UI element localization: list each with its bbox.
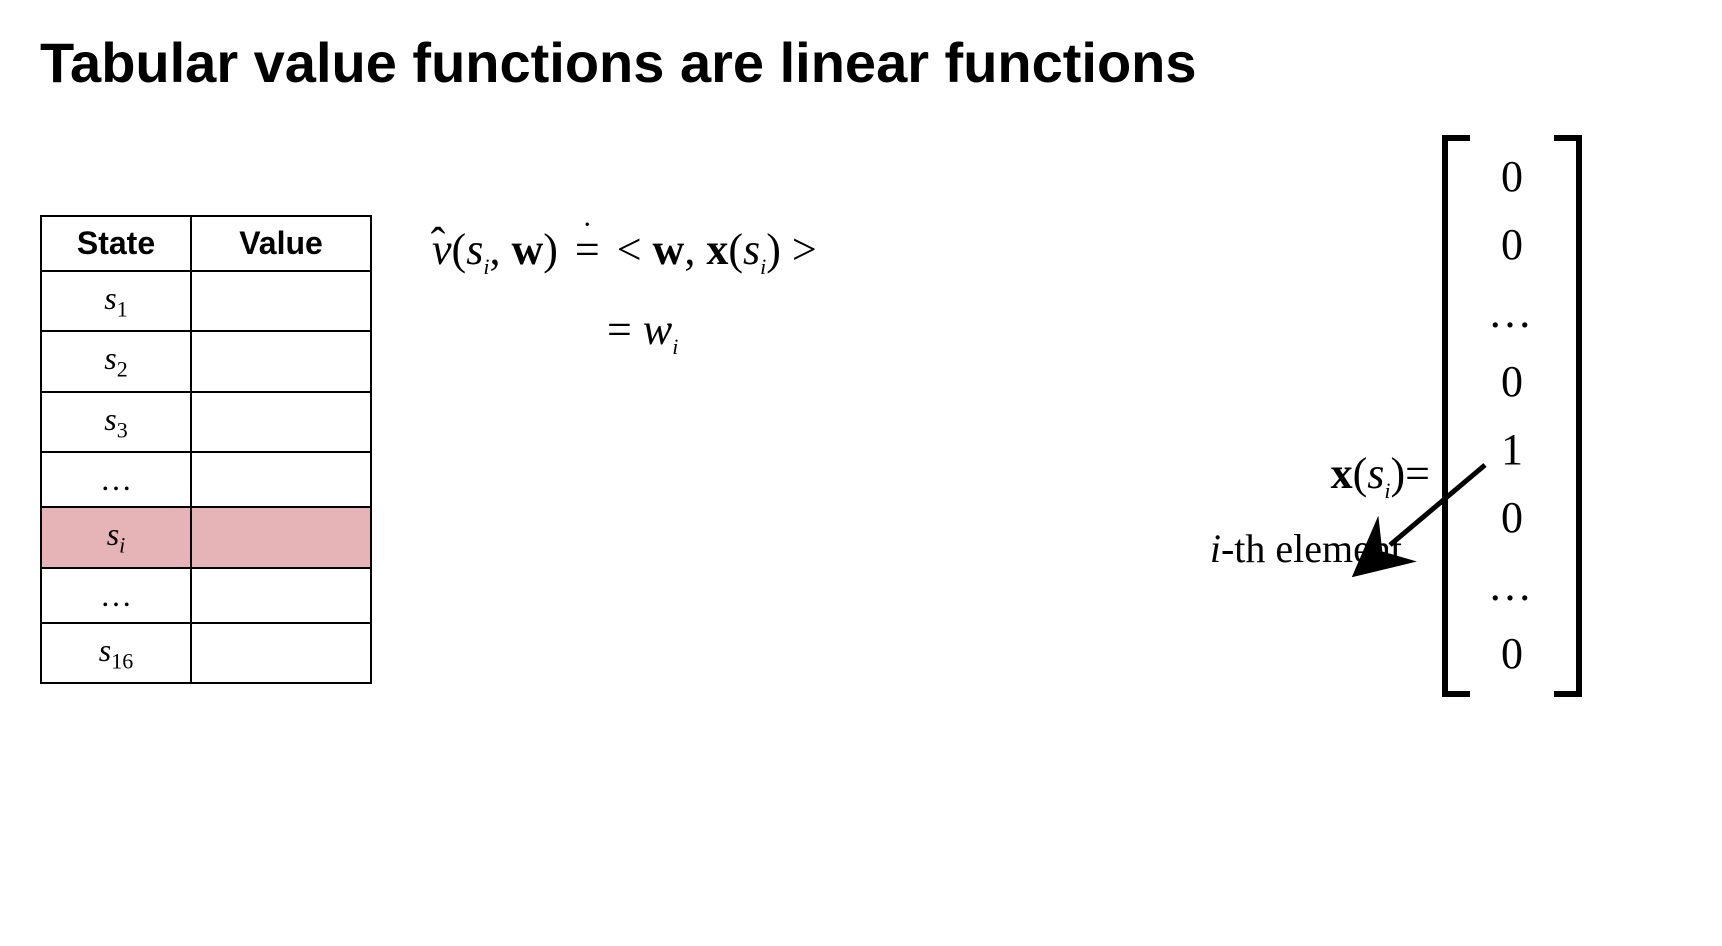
vector-entry: … bbox=[1488, 552, 1536, 620]
table-row: s3 bbox=[41, 392, 371, 452]
table-row: s2 bbox=[41, 331, 371, 391]
vector-entry-one: 1 bbox=[1501, 416, 1523, 484]
vector-entry: 0 bbox=[1501, 348, 1523, 416]
table-row: … bbox=[41, 568, 371, 623]
equation-block: v(si, w) = < w, x(si) > = wi bbox=[432, 215, 817, 376]
table-row: s1 bbox=[41, 271, 371, 331]
table-header-row: State Value bbox=[41, 216, 371, 271]
vector-entry: 0 bbox=[1501, 620, 1523, 688]
feature-vector: x(si)= 0 0 … 0 1 0 … 0 bbox=[1331, 135, 1582, 697]
ith-element-annotation: i-th element bbox=[1210, 525, 1402, 572]
slide: Tabular value functions are linear funct… bbox=[0, 0, 1722, 946]
table-row-highlight: si bbox=[41, 507, 371, 567]
state-value-table: State Value s1 s2 s3 … bbox=[40, 215, 372, 684]
equation-line-2: = wi bbox=[432, 295, 817, 365]
vector-entry: 0 bbox=[1501, 143, 1523, 211]
vector-entry: … bbox=[1488, 279, 1536, 347]
bracket-left-icon bbox=[1442, 135, 1470, 697]
header-state: State bbox=[41, 216, 191, 271]
vector-entry: 0 bbox=[1501, 484, 1523, 552]
vector-entries: 0 0 … 0 1 0 … 0 bbox=[1470, 135, 1554, 697]
table-row: s16 bbox=[41, 623, 371, 683]
equation-line-1: v(si, w) = < w, x(si) > bbox=[432, 215, 817, 285]
header-value: Value bbox=[191, 216, 371, 271]
vector-entry: 0 bbox=[1501, 211, 1523, 279]
slide-title: Tabular value functions are linear funct… bbox=[40, 30, 1682, 95]
bracket-right-icon bbox=[1554, 135, 1582, 697]
table-row: … bbox=[41, 452, 371, 507]
